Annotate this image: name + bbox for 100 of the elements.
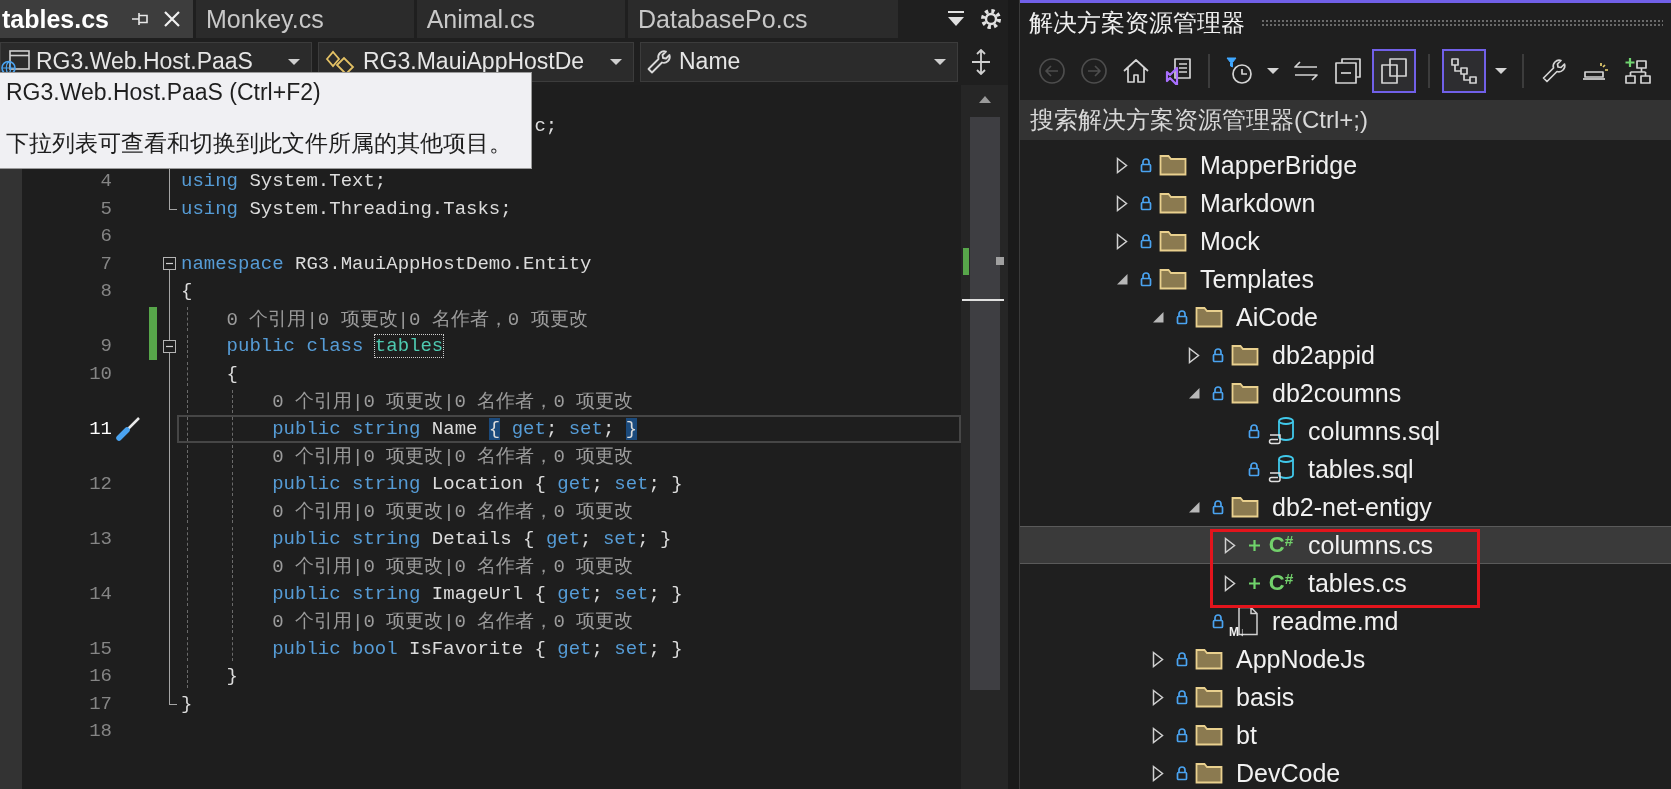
tree-item[interactable]: AiCode xyxy=(1148,302,1318,332)
collapsed-triangle-icon[interactable] xyxy=(1224,574,1236,592)
tree-item[interactable]: bt xyxy=(1148,720,1257,750)
folder-icon xyxy=(1195,723,1223,747)
folder-icon xyxy=(1195,305,1223,329)
settings-icon[interactable] xyxy=(980,8,1002,30)
tree-nodes-icon xyxy=(1450,56,1478,85)
right-arrow-circle-icon xyxy=(1080,56,1108,85)
line-number: 6 xyxy=(100,225,112,248)
editor-tab[interactable]: tables.cs xyxy=(0,0,193,38)
line-number: 11 xyxy=(89,417,112,440)
tree-item[interactable]: db2appid xyxy=(1184,340,1375,370)
code-line: public string Name { get; set; } xyxy=(272,417,638,440)
expanded-triangle-icon[interactable] xyxy=(1188,387,1200,399)
tree-item[interactable]: db2-net-entigy xyxy=(1184,492,1432,522)
code-line: { xyxy=(226,362,238,385)
collapsed-triangle-icon[interactable] xyxy=(1116,194,1128,212)
home-icon xyxy=(1122,56,1150,85)
tree-item[interactable]: basis xyxy=(1148,682,1295,712)
csharp-file-icon: C$^{#}$ xyxy=(1268,533,1294,557)
scroll-up-icon[interactable] xyxy=(977,95,992,104)
editor-tab[interactable]: DatabasePo.cs xyxy=(628,0,898,38)
tree-item[interactable]: Templates xyxy=(1112,264,1314,294)
collapsed-triangle-icon[interactable] xyxy=(1116,156,1128,174)
collapsed-triangle-icon[interactable] xyxy=(1152,650,1164,668)
codelens-info[interactable]: 0 个引用|0 项更改|0 名作者，0 项更改 xyxy=(272,553,634,580)
folder-icon xyxy=(1195,647,1223,671)
code-line: public string ImageUrl { get; set; } xyxy=(272,582,683,605)
scrollbar-thumb[interactable] xyxy=(969,117,1000,690)
line-number: 4 xyxy=(100,170,112,193)
codelens-info[interactable]: 0 个引用|0 项更改|0 名作者，0 项更改 xyxy=(272,388,634,415)
screwdriver-icon[interactable] xyxy=(115,415,141,442)
overview-marker xyxy=(996,257,1004,265)
split-window-icon[interactable] xyxy=(970,48,992,75)
line-number: 7 xyxy=(100,252,112,275)
left-arrow-circle-icon xyxy=(1038,56,1066,85)
expanded-triangle-icon[interactable] xyxy=(1188,501,1200,513)
vertical-scrollbar[interactable] xyxy=(961,85,1008,789)
pin-icon[interactable] xyxy=(131,10,149,28)
member-dropdown[interactable]: Name xyxy=(640,41,958,82)
tree-item[interactable]: columns.sql xyxy=(1246,416,1440,446)
expanded-triangle-icon[interactable] xyxy=(1152,311,1164,323)
collapsed-triangle-icon[interactable] xyxy=(1224,536,1236,554)
tree-item[interactable]: DevCode xyxy=(1148,758,1341,788)
collapsed-triangle-icon[interactable] xyxy=(1116,232,1128,250)
code-line: public bool IsFavorite { get; set; } xyxy=(272,637,683,660)
folder-icon xyxy=(1231,495,1259,519)
codelens-info[interactable]: 0 个引用|0 项更改|0 名作者，0 项更改 xyxy=(272,443,634,470)
tree-item[interactable]: tables.sql xyxy=(1246,454,1414,484)
panel-title: 解决方案资源管理器 xyxy=(1029,8,1245,38)
codelens-info[interactable]: 0 个引用|0 项更改|0 名作者，0 项更改 xyxy=(272,608,634,635)
tree-item[interactable]: MapperBridge xyxy=(1112,150,1358,180)
code-line: public string Location { get; set; } xyxy=(272,472,683,495)
stacked-squares-minus-icon xyxy=(1334,56,1362,85)
folder-icon xyxy=(1159,153,1187,177)
view-button[interactable] xyxy=(1442,48,1486,93)
tree-item[interactable]: Markdown xyxy=(1112,188,1316,218)
code-line: public class tables xyxy=(226,335,444,358)
tree-item[interactable]: AppNodeJs xyxy=(1148,644,1366,674)
database-script-icon xyxy=(1266,416,1296,446)
collapsed-triangle-icon[interactable] xyxy=(1152,726,1164,744)
tree-item[interactable]: M↓ readme.md xyxy=(1210,606,1399,636)
close-icon[interactable] xyxy=(163,10,181,28)
line-number: 12 xyxy=(89,472,112,495)
folder-icon xyxy=(1231,381,1259,405)
tooltip-text: 下拉列表可查看和切换到此文件所属的其他项目。 xyxy=(6,129,512,158)
expanded-triangle-icon[interactable] xyxy=(1116,273,1128,285)
caret-down-icon xyxy=(609,57,623,66)
tree-item[interactable]: C$^{#}$ tables.cs xyxy=(1220,568,1407,598)
codelens-info[interactable]: 0 个引用|0 项更改|0 名作者，0 项更改 xyxy=(272,498,634,525)
tree-item[interactable]: db2coumns xyxy=(1184,378,1402,408)
editor-tab[interactable]: Animal.cs xyxy=(416,0,626,38)
code-line: public string Details { get; set; } xyxy=(272,527,672,550)
csharp-file-icon: C$^{#}$ xyxy=(1268,571,1294,595)
collapse-icon[interactable] xyxy=(163,257,176,271)
wrench-icon xyxy=(1540,56,1568,85)
editor-tab[interactable]: Monkey.cs xyxy=(196,0,414,38)
database-script-icon xyxy=(1266,454,1296,484)
collapsed-triangle-icon[interactable] xyxy=(1152,688,1164,706)
overlapping-squares-icon xyxy=(1380,56,1408,85)
folder-icon xyxy=(1159,191,1187,215)
tree-item[interactable]: C$^{#}$ columns.cs xyxy=(1220,530,1434,560)
collapsed-triangle-icon[interactable] xyxy=(1152,764,1164,782)
code-line: using System.Threading.Tasks; xyxy=(181,197,512,220)
caret-down-icon xyxy=(1266,66,1280,75)
collapsed-triangle-icon[interactable] xyxy=(1188,346,1200,364)
line-number: 8 xyxy=(100,280,112,303)
folder-icon xyxy=(1231,343,1259,367)
line-number: 16 xyxy=(89,665,112,688)
line-number: 9 xyxy=(100,335,112,358)
collapse-icon[interactable] xyxy=(163,339,176,353)
tree-item[interactable]: Mock xyxy=(1112,226,1260,256)
show-all-files-button[interactable] xyxy=(1372,48,1416,93)
document-logo-icon xyxy=(1164,56,1192,85)
clock-filter-icon xyxy=(1226,56,1254,85)
codelens-info[interactable]: 0 个引用|0 项更改|0 名作者，0 项更改 xyxy=(226,305,588,332)
wrench-icon xyxy=(645,47,673,76)
line-number: 18 xyxy=(89,720,112,743)
search-field[interactable]: 搜索解决方案资源管理器(Ctrl+;) xyxy=(1020,100,1671,140)
code-line: namespace RG3.MauiAppHostDemo.Entity xyxy=(181,252,592,275)
